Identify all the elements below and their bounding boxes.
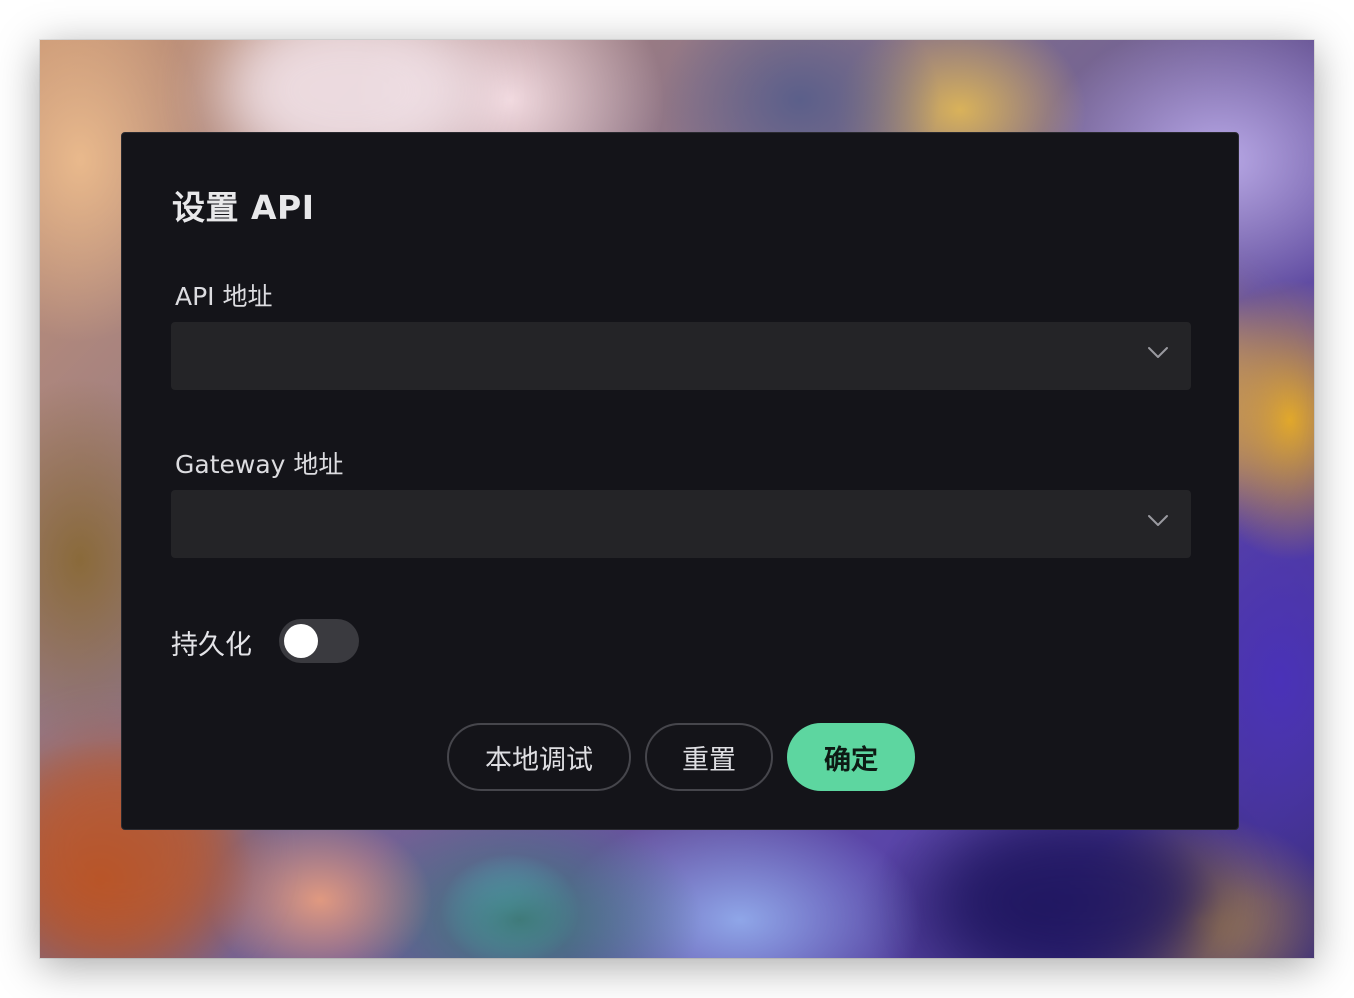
api-address-label: API 地址: [175, 282, 273, 311]
gateway-address-label: Gateway 地址: [175, 450, 344, 479]
dialog-title: 设置 API: [172, 188, 315, 227]
reset-button[interactable]: 重置: [645, 723, 773, 791]
background-artwork-blob: [940, 820, 1220, 958]
api-address-select[interactable]: [171, 322, 1191, 390]
app-window: 设置 API API 地址 Gateway 地址 持久化 本地调试 重置 确定: [40, 40, 1314, 958]
confirm-button[interactable]: 确定: [787, 723, 915, 791]
persist-toggle[interactable]: [279, 619, 359, 663]
toggle-knob: [284, 624, 318, 658]
persist-label: 持久化: [171, 630, 252, 661]
gateway-address-select[interactable]: [171, 490, 1191, 558]
chevron-down-icon: [1148, 347, 1168, 358]
settings-dialog: 设置 API API 地址 Gateway 地址 持久化 本地调试 重置 确定: [121, 132, 1239, 830]
chevron-down-icon: [1148, 515, 1168, 526]
local-debug-button[interactable]: 本地调试: [447, 723, 631, 791]
